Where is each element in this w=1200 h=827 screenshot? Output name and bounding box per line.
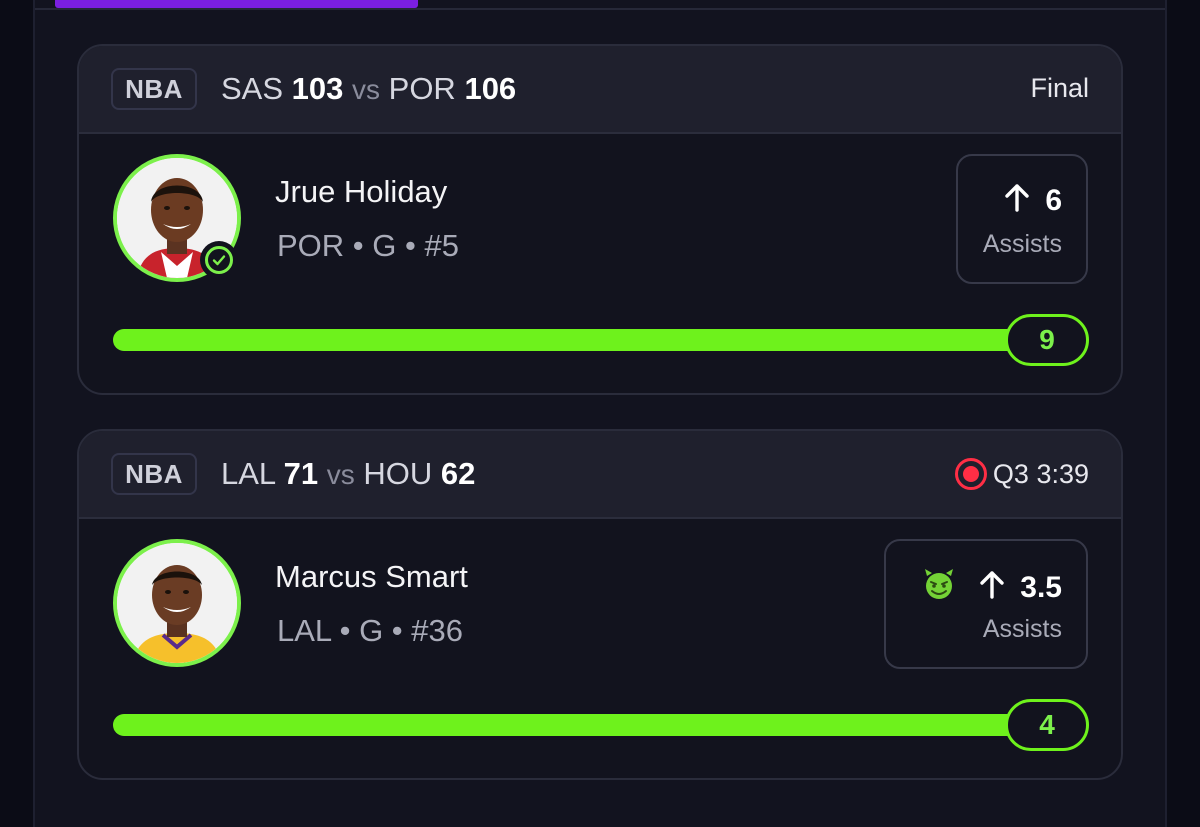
league-badge: NBA [111, 453, 197, 495]
status-text: Final [1030, 73, 1089, 103]
arrow-up-icon [1003, 182, 1031, 220]
game-status: Q3 3:39 [954, 458, 1089, 490]
player-name[interactable]: Jrue Holiday [275, 174, 447, 210]
game-status: Final [1030, 73, 1089, 104]
league-badge: NBA [111, 68, 197, 110]
away-score: 106 [464, 71, 517, 106]
away-team: HOU [363, 456, 433, 491]
progress-fill [113, 329, 1081, 351]
tab-bar-divider [33, 8, 1167, 10]
panel-left-border [33, 0, 35, 827]
game-score: SAS 103 vs POR 106 [221, 71, 516, 107]
versus-label: vs [326, 459, 355, 490]
current-stat-pill: 4 [1005, 699, 1089, 751]
pick-line-box[interactable]: 3.5 Assists [884, 539, 1088, 669]
pick-line-box[interactable]: 6 Assists [956, 154, 1088, 284]
player-headshot [117, 543, 237, 663]
away-team: POR [388, 71, 456, 106]
away-score: 62 [440, 456, 476, 491]
current-stat-pill: 9 [1005, 314, 1089, 366]
home-score: 103 [291, 71, 344, 106]
panel-right-border [1165, 0, 1167, 827]
home-score: 71 [283, 456, 319, 491]
active-tab-indicator [55, 0, 418, 8]
pick-line-value: 3.5 [1020, 571, 1062, 604]
home-team: SAS [221, 71, 284, 106]
progress-track [113, 329, 1081, 351]
home-team: LAL [221, 456, 276, 491]
player-meta: LAL • G • #36 [277, 613, 463, 648]
game-score: LAL 71 vs HOU 62 [221, 456, 475, 492]
arrow-up-icon [978, 569, 1006, 607]
game-header: NBA LAL 71 vs HOU 62 Q3 3:39 [79, 431, 1121, 519]
pick-card[interactable]: NBA LAL 71 vs HOU 62 Q3 3:39 Marcus Smar… [77, 429, 1123, 780]
versus-label: vs [352, 74, 381, 105]
check-circle-icon [200, 241, 238, 279]
progress-track [113, 714, 1081, 736]
status-text: Q3 3:39 [992, 458, 1089, 489]
progress-fill [113, 714, 1081, 736]
pick-card[interactable]: NBA SAS 103 vs POR 106 Final Jrue Holida… [77, 44, 1123, 395]
pick-stat-label: Assists [982, 615, 1062, 643]
pick-line-value: 6 [1045, 184, 1062, 217]
game-header: NBA SAS 103 vs POR 106 Final [79, 46, 1121, 134]
pick-stat-label: Assists [982, 230, 1062, 258]
devil-emoji-icon [922, 567, 956, 609]
player-avatar[interactable] [113, 539, 241, 667]
player-meta: POR • G • #5 [277, 228, 459, 263]
player-name[interactable]: Marcus Smart [275, 559, 468, 595]
live-record-icon [954, 458, 987, 490]
